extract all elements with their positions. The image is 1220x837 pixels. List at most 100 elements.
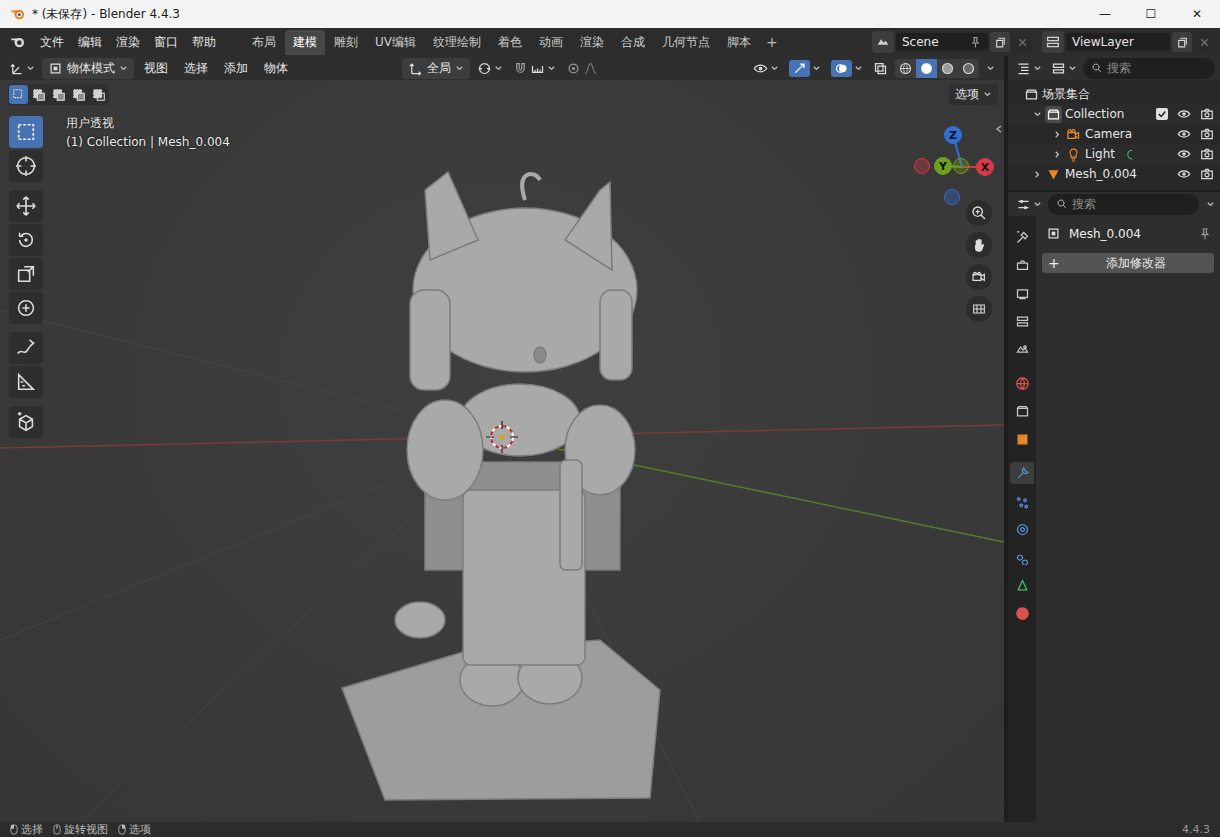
collapsed-arrow-icon[interactable]: [1033, 170, 1042, 179]
viewport-canvas[interactable]: 选项用户透视(1) Collection | Mesh_0.004ZXY: [0, 80, 1004, 822]
workspace-tab[interactable]: 建模: [285, 30, 325, 55]
render-camera-icon[interactable]: [1200, 107, 1214, 121]
select-mode-intersect[interactable]: [89, 85, 108, 104]
outliner-row[interactable]: Light: [1008, 144, 1220, 164]
properties-tab-scene[interactable]: [1010, 338, 1034, 360]
view-layer-icon[interactable]: [1042, 31, 1064, 53]
display-mode-button[interactable]: [1048, 59, 1080, 78]
shading-solid-button[interactable]: [916, 59, 937, 78]
window-control[interactable]: —: [1082, 0, 1128, 28]
menu-item[interactable]: 编辑: [72, 31, 108, 54]
viewport-menu[interactable]: 选择: [178, 58, 214, 79]
workspace-tab[interactable]: 雕刻: [326, 30, 366, 55]
proportional-edit-button[interactable]: [563, 59, 601, 78]
properties-tab-world[interactable]: [1010, 372, 1034, 394]
properties-tab-material[interactable]: [1010, 602, 1034, 624]
transform-orientation-dropdown[interactable]: 全局: [402, 58, 470, 79]
nav-camera-button[interactable]: [966, 264, 992, 290]
caret-icon[interactable]: [1206, 200, 1215, 209]
workspace-tab[interactable]: 纹理绘制: [425, 30, 489, 55]
new-scene-button[interactable]: [990, 32, 1010, 52]
tool-transform[interactable]: [9, 292, 43, 324]
window-control[interactable]: ☐: [1128, 0, 1174, 28]
light-data-icon[interactable]: [1124, 148, 1137, 161]
properties-tab-modifier[interactable]: [1010, 462, 1034, 484]
add-workspace-button[interactable]: +: [760, 32, 784, 52]
3d-cursor[interactable]: [486, 421, 518, 453]
eye-icon[interactable]: [1177, 107, 1191, 121]
shading-options-button[interactable]: [983, 62, 998, 75]
gizmo-axis-positive[interactable]: X: [976, 158, 994, 176]
outliner-row[interactable]: Collection: [1008, 104, 1220, 124]
overlay-button[interactable]: [828, 58, 866, 79]
properties-tab-particles[interactable]: [1010, 490, 1034, 512]
tool-rotate[interactable]: [9, 224, 43, 256]
outliner-editor-button[interactable]: [1013, 59, 1045, 78]
pivot-button[interactable]: [474, 59, 506, 78]
outliner-search[interactable]: 搜索: [1083, 58, 1215, 79]
properties-tab-data[interactable]: [1010, 574, 1034, 596]
options-dropdown[interactable]: 选项: [949, 84, 998, 105]
pin-icon[interactable]: [969, 36, 982, 49]
workspace-tab[interactable]: 脚本: [719, 30, 759, 55]
collapsed-arrow-icon[interactable]: [1053, 150, 1062, 159]
properties-tab-render[interactable]: [1010, 254, 1034, 276]
properties-tab-object[interactable]: [1010, 428, 1034, 450]
collapsed-arrow-icon[interactable]: [1053, 130, 1062, 139]
nav-zoom-button[interactable]: [966, 200, 992, 226]
tool-add-cube[interactable]: [9, 406, 43, 438]
gizmo-button[interactable]: [786, 58, 824, 79]
new-view-layer-button[interactable]: [1172, 32, 1192, 52]
viewport-menu[interactable]: 物体: [258, 58, 294, 79]
eye-icon[interactable]: [1177, 147, 1191, 161]
workspace-tab[interactable]: 几何节点: [654, 30, 718, 55]
select-mode-subtract[interactable]: [49, 85, 68, 104]
menu-item[interactable]: 渲染: [110, 31, 146, 54]
scene-icon[interactable]: [872, 31, 894, 53]
properties-search[interactable]: 搜索: [1048, 194, 1199, 215]
render-camera-icon[interactable]: [1200, 127, 1214, 141]
menu-item[interactable]: 窗口: [148, 31, 184, 54]
gizmo-axis-positive[interactable]: Y: [934, 157, 952, 175]
properties-tab-collection[interactable]: [1010, 400, 1034, 422]
gizmo-axis-negative[interactable]: [953, 158, 969, 174]
properties-tab-view-layer[interactable]: [1010, 310, 1034, 332]
tool-move[interactable]: [9, 190, 43, 222]
mesh-model[interactable]: [342, 172, 660, 800]
xray-button[interactable]: [870, 59, 891, 78]
remove-view-layer-button[interactable]: [1194, 32, 1214, 52]
viewport-menu[interactable]: 添加: [218, 58, 254, 79]
remove-scene-button[interactable]: [1012, 32, 1032, 52]
properties-tab-tool[interactable]: [1010, 226, 1034, 248]
render-camera-icon[interactable]: [1200, 147, 1214, 161]
tool-measure[interactable]: [9, 366, 43, 398]
menu-item[interactable]: 文件: [34, 31, 70, 54]
visibility-button[interactable]: [750, 59, 782, 78]
workspace-tab[interactable]: 合成: [613, 30, 653, 55]
outliner-row[interactable]: Mesh_0.004: [1008, 164, 1220, 184]
properties-tab-physics[interactable]: [1010, 518, 1034, 540]
eye-icon[interactable]: [1177, 127, 1191, 141]
workspace-tab[interactable]: UV编辑: [367, 30, 424, 55]
tool-annotate[interactable]: [9, 332, 43, 364]
render-camera-icon[interactable]: [1200, 167, 1214, 181]
eye-icon[interactable]: [1177, 167, 1191, 181]
properties-editor-button[interactable]: [1013, 195, 1045, 214]
mode-dropdown[interactable]: 物体模式: [42, 58, 134, 79]
add-modifier-button[interactable]: +添加修改器: [1042, 253, 1214, 273]
sidebar-toggle-icon[interactable]: [994, 124, 1004, 134]
outliner-row[interactable]: Camera: [1008, 124, 1220, 144]
scene-field[interactable]: Scene: [896, 33, 988, 51]
blender-menu-icon[interactable]: [10, 34, 26, 50]
window-control[interactable]: ✕: [1174, 0, 1220, 28]
shading-wireframe-button[interactable]: [895, 59, 916, 78]
workspace-tab[interactable]: 布局: [244, 30, 284, 55]
gizmo-axis-positive[interactable]: Z: [944, 126, 962, 144]
properties-tab-output[interactable]: [1010, 282, 1034, 304]
viewport-menu[interactable]: 视图: [138, 58, 174, 79]
pin-icon[interactable]: [1198, 227, 1212, 241]
shading-material-button[interactable]: [937, 59, 958, 78]
outliner-root[interactable]: 场景集合: [1008, 84, 1220, 104]
expanded-arrow-icon[interactable]: [1033, 110, 1042, 119]
tool-cursor[interactable]: [9, 150, 43, 182]
